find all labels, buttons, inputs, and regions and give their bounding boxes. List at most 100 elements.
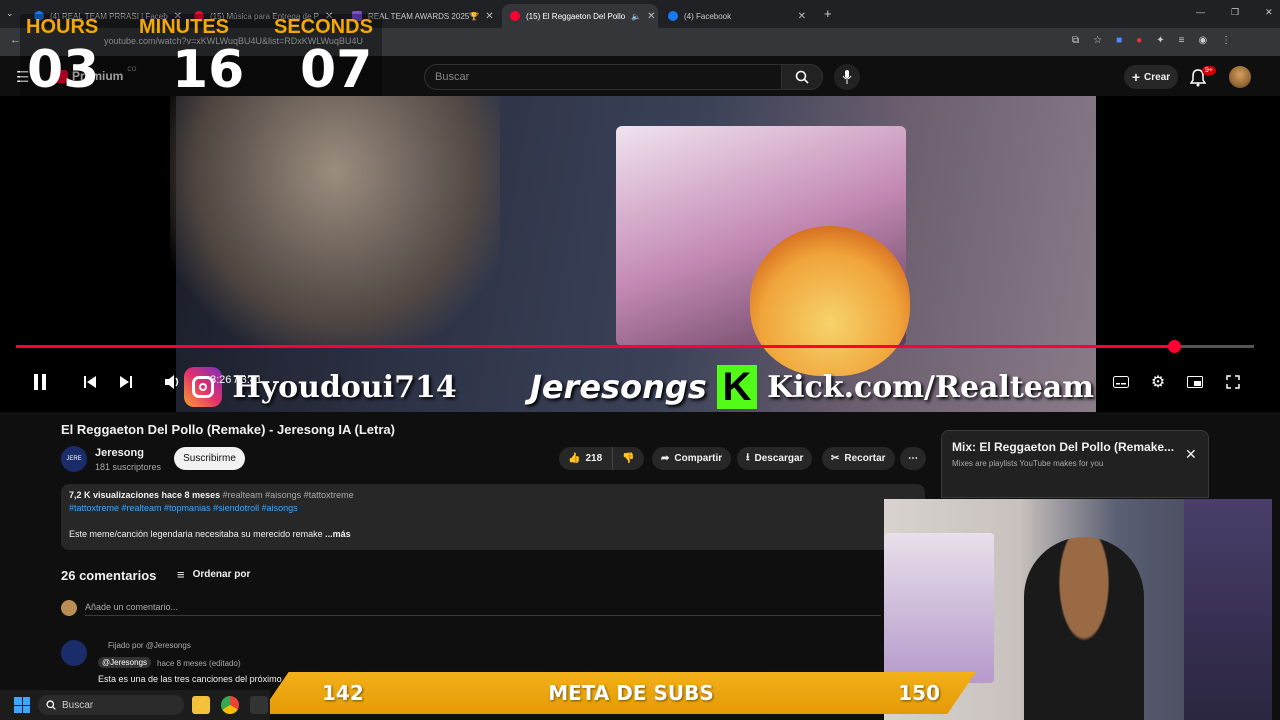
close-icon[interactable]: ✕ xyxy=(798,11,806,22)
channel-avatar[interactable]: JERE xyxy=(61,446,87,472)
subtitles-button[interactable] xyxy=(1111,372,1131,392)
speaker-icon[interactable]: 🔈 xyxy=(631,12,641,21)
window-controls[interactable]: — ❐ ✕ xyxy=(1196,7,1273,18)
fullscreen-button[interactable] xyxy=(1223,372,1243,392)
like-button[interactable]: 👍 218 xyxy=(559,447,612,470)
video-subject xyxy=(170,96,500,346)
search-button[interactable] xyxy=(781,64,823,90)
cast-icon[interactable]: ⧉ xyxy=(1072,35,1079,46)
extension-red-icon[interactable]: ● xyxy=(1136,35,1142,46)
tab-label: (4) Facebook xyxy=(684,11,732,21)
comments-count: 26 comentarios xyxy=(61,568,157,583)
notification-badge: 9+ xyxy=(1202,66,1216,75)
comment-time[interactable]: hace 8 meses (editado) xyxy=(157,659,241,668)
search-icon xyxy=(795,70,809,84)
pause-button[interactable] xyxy=(30,372,50,392)
tab-reggaeton[interactable]: (15) El Reggaeton Del Pollo 🔈 ✕ xyxy=(502,4,658,28)
profile-icon[interactable]: ◉ xyxy=(1198,35,1207,46)
previous-button[interactable] xyxy=(80,372,100,392)
tab-list-button[interactable]: ⌄ xyxy=(6,8,14,19)
new-tab-button[interactable]: + xyxy=(824,6,832,21)
subs-goal-bar: 142 META DE SUBS 150 xyxy=(260,672,976,714)
user-avatar xyxy=(61,600,77,616)
show-more-link[interactable]: ...más xyxy=(325,529,351,539)
dislike-button[interactable]: 👎 xyxy=(612,447,644,470)
clip-button[interactable]: ✂ Recortar xyxy=(822,447,895,470)
volume-button[interactable] xyxy=(163,372,183,392)
create-button[interactable]: + Crear xyxy=(1124,65,1178,89)
mix-subtitle: Mixes are playlists YouTube makes for yo… xyxy=(952,459,1104,468)
next-icon xyxy=(120,376,132,388)
scrubber-handle[interactable] xyxy=(1168,340,1181,353)
clip-label: Recortar xyxy=(844,453,886,464)
progress-played xyxy=(16,345,1174,348)
comment-author[interactable]: @Jeresongs xyxy=(98,657,152,668)
miniplayer-button[interactable] xyxy=(1185,372,1205,392)
bookmark-star-icon[interactable]: ☆ xyxy=(1093,35,1102,46)
search-input[interactable]: Buscar xyxy=(424,64,782,90)
close-window-icon[interactable]: ✕ xyxy=(1265,7,1273,18)
translate-icon[interactable]: ■ xyxy=(1116,35,1122,46)
banner-name: Jeresongs xyxy=(529,368,707,406)
close-icon[interactable]: ✕ xyxy=(1185,446,1197,463)
app-icon[interactable] xyxy=(250,696,268,714)
like-count: 218 xyxy=(585,453,603,464)
subs-target: 150 xyxy=(898,681,940,705)
voice-search-button[interactable] xyxy=(834,64,860,90)
hashtags[interactable]: #tattoxtreme #realteam #topmanias #siend… xyxy=(69,503,917,513)
close-icon[interactable]: ✕ xyxy=(485,11,493,22)
scissors-icon: ✂ xyxy=(831,453,840,464)
video-title: El Reggaeton Del Pollo (Remake) - Jereso… xyxy=(61,422,395,437)
maximize-icon[interactable]: ❐ xyxy=(1231,7,1239,18)
subtitles-icon xyxy=(1113,376,1129,388)
tab-facebook[interactable]: (4) Facebook ✕ xyxy=(660,4,814,28)
media-control-icon[interactable]: ≡ xyxy=(1179,35,1185,46)
subscribe-button[interactable]: Suscribirme xyxy=(174,447,245,470)
pinned-label: Fijado por @Jeresongs xyxy=(108,641,191,650)
download-button[interactable]: ⭳ Descargar xyxy=(737,447,813,470)
add-comment-input[interactable]: Añade un comentario... xyxy=(85,602,881,616)
close-icon[interactable]: ✕ xyxy=(647,11,655,22)
more-actions-button[interactable]: ⋯ xyxy=(900,447,926,470)
kick-url: Kick.com/Realteam xyxy=(767,369,1094,405)
channel-name[interactable]: Jeresong xyxy=(95,447,144,459)
subscriber-count: 181 suscriptores xyxy=(95,462,162,472)
instagram-handle: Hyoudoui714 xyxy=(232,369,457,405)
subs-goal-label: META DE SUBS xyxy=(548,681,714,705)
windows-start-icon[interactable] xyxy=(14,697,30,713)
youtube-icon xyxy=(510,11,520,21)
stream-banner: Hyoudoui714 Jeresongs K Kick.com/Realtea… xyxy=(184,362,1094,412)
download-icon: ⭳ xyxy=(746,452,750,463)
time-display: 3:26 / 3:41 xyxy=(210,374,262,386)
sort-comments-button[interactable]: ≡ Ordenar por xyxy=(177,567,250,582)
inline-tags[interactable]: #realteam #aisongs #tattoxtreme xyxy=(223,490,354,500)
share-button[interactable]: ➦ Compartir xyxy=(652,447,732,470)
next-button[interactable] xyxy=(116,372,136,392)
hours-label: HOURS xyxy=(26,16,99,38)
webcam-shelf xyxy=(1184,499,1272,720)
tab-label: (15) El Reggaeton Del Pollo xyxy=(526,11,626,21)
settings-button[interactable]: ⚙ xyxy=(1148,372,1168,392)
pause-icon xyxy=(34,374,46,390)
mix-title[interactable]: Mix: El Reggaeton Del Pollo (Remake... xyxy=(952,440,1182,454)
browser-menu-icon[interactable]: ⋮ xyxy=(1221,35,1231,46)
search-icon xyxy=(46,700,56,710)
seconds-label: SECONDS xyxy=(274,16,373,38)
chrome-icon[interactable] xyxy=(221,696,239,714)
account-avatar[interactable] xyxy=(1229,66,1251,88)
taskbar-search[interactable]: Buscar xyxy=(38,695,184,715)
instagram-icon xyxy=(184,367,223,407)
minimize-icon[interactable]: — xyxy=(1196,7,1205,18)
extensions-icon[interactable]: ✦ xyxy=(1156,35,1164,46)
thumbs-up-icon: 👍 xyxy=(568,453,581,464)
fire-mascot-graphic xyxy=(750,226,910,376)
description-box[interactable]: 7,2 K visualizaciones hace 8 meses #real… xyxy=(61,484,925,550)
tab-label: REAL TEAM AWARDS 2025🏆 xyxy=(368,11,480,21)
gear-icon: ⚙ xyxy=(1150,374,1166,391)
download-label: Descargar xyxy=(754,453,804,464)
miniplayer-icon xyxy=(1187,376,1203,388)
file-explorer-icon[interactable] xyxy=(192,696,210,714)
hours-value: 03 xyxy=(27,40,100,100)
share-label: Compartir xyxy=(674,453,723,464)
commenter-avatar[interactable] xyxy=(61,640,87,666)
